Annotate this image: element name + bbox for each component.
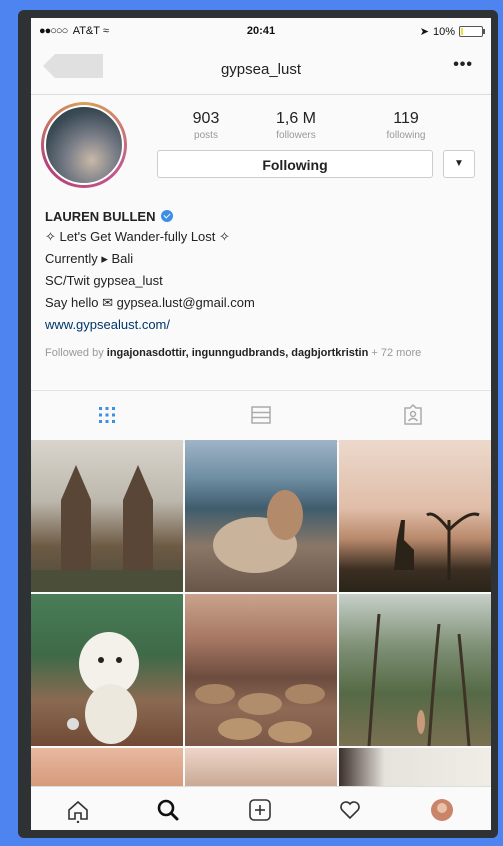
view-tabs (31, 390, 491, 442)
profile-name: LAUREN BULLEN (45, 208, 156, 224)
palm-trees-image (367, 613, 471, 747)
heart-icon[interactable] (337, 797, 363, 823)
more-options-icon[interactable]: ••• (453, 56, 473, 74)
bio-line: SC/Twit gypsea_lust (45, 273, 163, 288)
caret-down-icon: ▼ (454, 158, 464, 169)
bio-line: Currently ▸ Bali (45, 251, 134, 266)
puppy-image (67, 632, 139, 744)
grid-photo[interactable] (339, 748, 491, 786)
status-right: ➤ 10% (419, 25, 485, 38)
location-icon: ➤ (419, 26, 429, 38)
status-bar: ●●○○○ AT&T ≈ 20:41 ➤ 10% (31, 18, 491, 44)
grid-photo[interactable] (31, 748, 183, 786)
followed-by-names: ingajonasdottir, ingunngudbrands, dagbjo… (106, 347, 369, 359)
posts-count: 903 (192, 110, 220, 127)
grid-photo[interactable] (339, 594, 491, 747)
grid-photo[interactable] (185, 594, 337, 746)
suggested-dropdown-button[interactable]: ▼ (443, 150, 475, 178)
grid-icon[interactable] (95, 403, 119, 427)
bio-line: ✧ Let's Get Wander-fully Lost ✧ (45, 229, 230, 244)
posts-label: posts (194, 130, 218, 141)
beach-woman-image (213, 490, 303, 573)
followed-by-suffix: + 72 more (371, 347, 422, 359)
following-label: following (386, 130, 426, 141)
grid-photo[interactable] (31, 440, 183, 592)
followed-by-prefix: Followed by (45, 347, 104, 359)
profile-tab-avatar[interactable] (429, 797, 455, 823)
profile-avatar (44, 105, 124, 185)
following-button[interactable]: Following (157, 150, 433, 178)
temple-gate-image (31, 465, 183, 592)
profile-bio: LAUREN BULLEN ✧ Let's Get Wander-fully L… (45, 206, 485, 336)
battery-percent: 10% (432, 25, 455, 38)
battery-icon (459, 26, 485, 37)
followed-by[interactable]: Followed by ingajonasdottir, ingunngudbr… (45, 346, 485, 360)
profile-name-row: LAUREN BULLEN (45, 206, 485, 226)
website-link[interactable]: www.gypsealust.com/ (45, 314, 485, 336)
search-icon[interactable] (155, 797, 181, 823)
list-icon[interactable] (249, 403, 273, 427)
bottom-nav (31, 786, 491, 830)
page-title: gypsea_lust (220, 61, 302, 78)
phone-screen: ●●○○○ AT&T ≈ 20:41 ➤ 10% gypsea_lust •••… (31, 18, 491, 830)
stat-following[interactable]: 119 following (361, 110, 451, 141)
grid-photo[interactable] (339, 440, 491, 592)
beach-umbrellas-image (195, 684, 325, 743)
profile-avatar-ring[interactable] (41, 102, 127, 188)
giraffe-sunset-image (394, 512, 480, 580)
grid-photo[interactable] (185, 748, 337, 786)
stat-posts[interactable]: 903 posts (161, 110, 251, 141)
stat-followers[interactable]: 1,6 M followers (251, 110, 341, 141)
grid-photo[interactable] (185, 440, 337, 592)
photo-grid (31, 440, 491, 786)
following-count: 119 (393, 110, 419, 127)
home-icon[interactable] (65, 797, 91, 823)
followers-label: followers (276, 130, 316, 141)
followers-count: 1,6 M (275, 110, 316, 127)
verified-badge-icon (160, 210, 173, 222)
grid-photo[interactable] (31, 594, 183, 746)
tagged-icon[interactable] (401, 403, 425, 427)
bio-line: Say hello ✉ gypsea.lust@gmail.com (45, 295, 255, 310)
nav-bar: gypsea_lust ••• (31, 44, 491, 95)
add-post-icon[interactable] (247, 797, 273, 823)
